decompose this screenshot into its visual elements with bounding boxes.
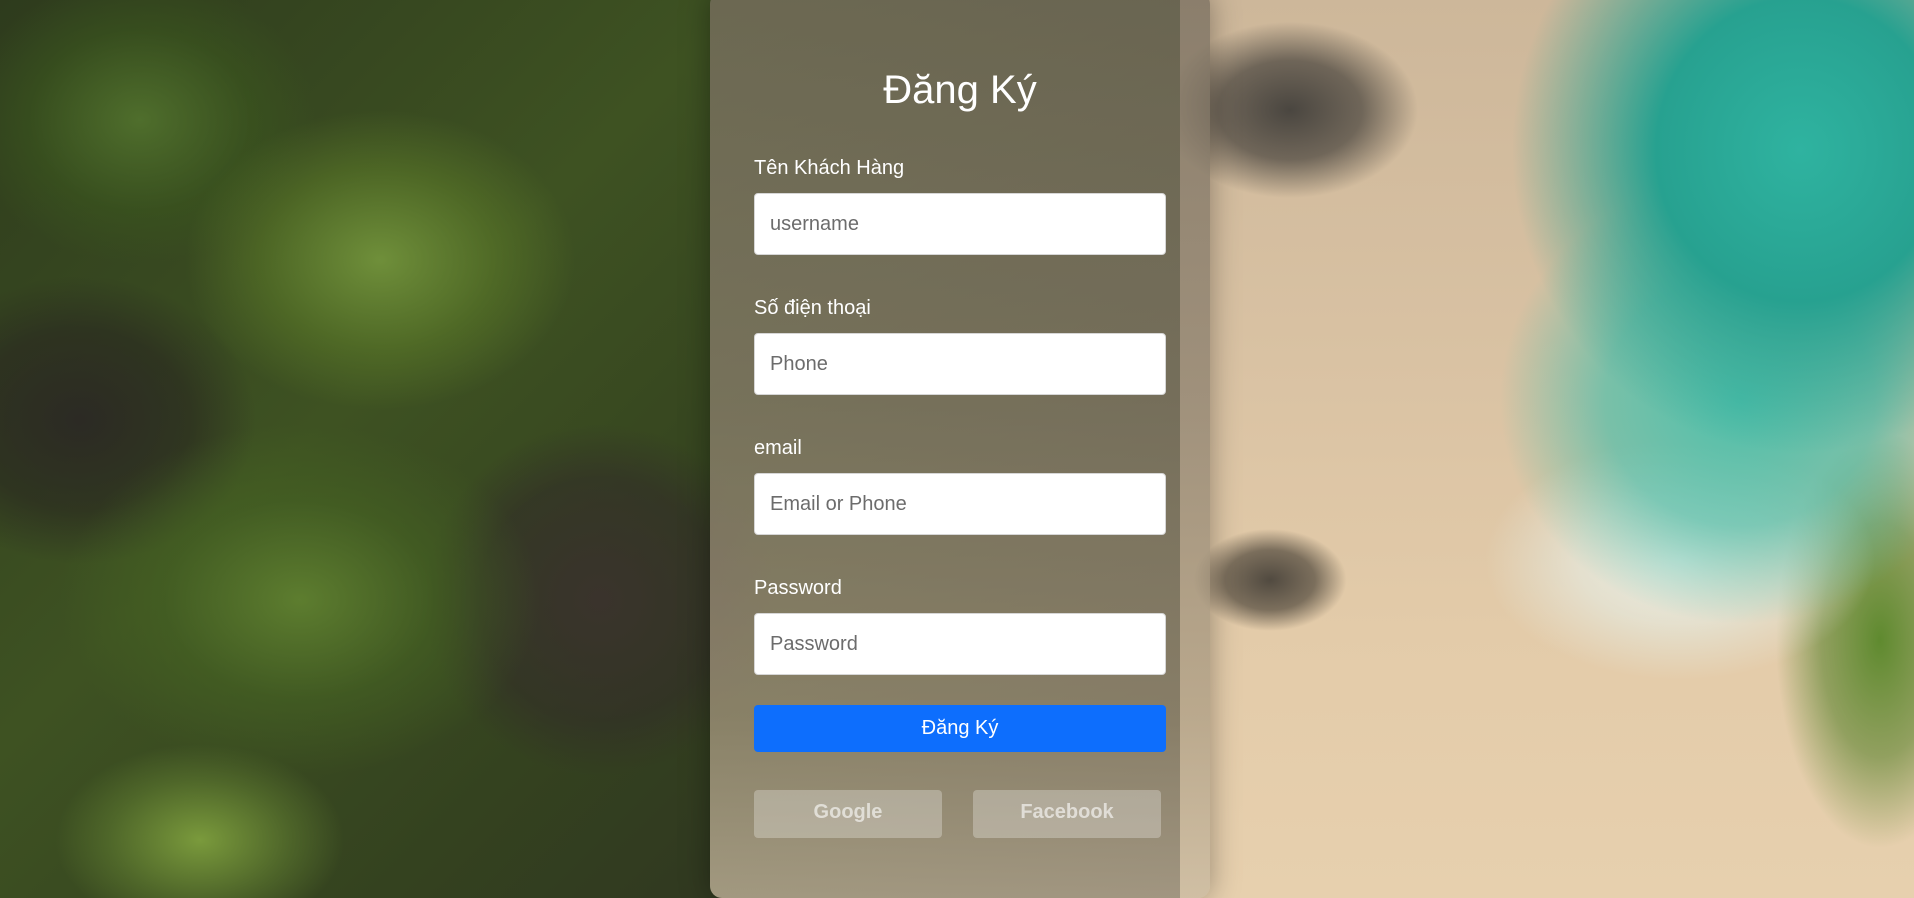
password-input[interactable] xyxy=(754,613,1166,675)
facebook-login-button[interactable]: Facebook xyxy=(973,790,1161,838)
email-input[interactable] xyxy=(754,473,1166,535)
username-input[interactable] xyxy=(754,193,1166,255)
register-button[interactable]: Đăng Ký xyxy=(754,705,1166,752)
username-label: Tên Khách Hàng xyxy=(754,157,905,179)
google-login-button[interactable]: Google xyxy=(754,790,942,838)
phone-label: Số điện thoại xyxy=(754,297,871,319)
email-label: email xyxy=(754,437,802,459)
password-label: Password xyxy=(754,577,842,599)
background-beach xyxy=(1180,0,1914,898)
form-title: Đăng Ký xyxy=(883,68,1037,112)
phone-input[interactable] xyxy=(754,333,1166,395)
